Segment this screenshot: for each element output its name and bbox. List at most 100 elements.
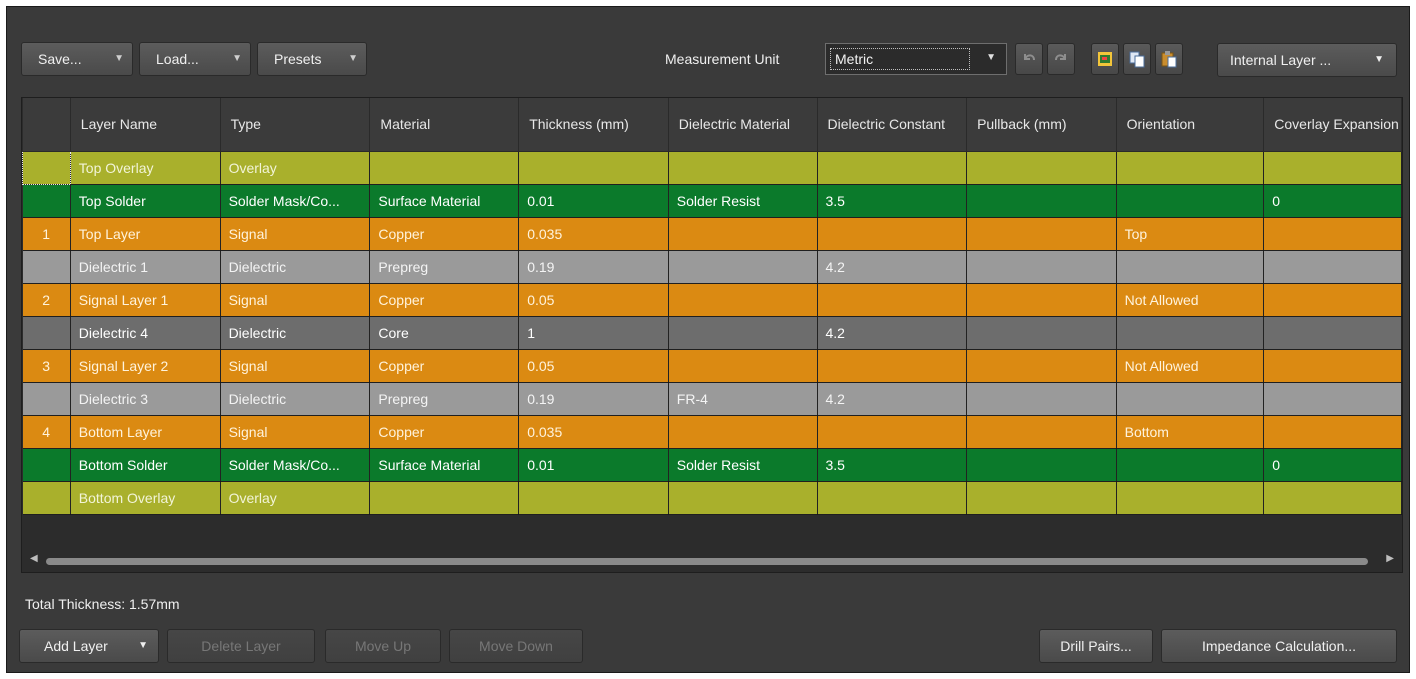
cell-pullback[interactable]	[966, 217, 1117, 251]
undo-button[interactable]	[1015, 43, 1043, 75]
cell-layer-name[interactable]: Bottom Solder	[70, 448, 221, 482]
cell-pullback[interactable]	[966, 316, 1117, 350]
cell-row-number[interactable]	[22, 316, 71, 350]
cell-type[interactable]: Signal	[220, 217, 371, 251]
cell-material[interactable]: Copper	[369, 283, 520, 317]
cell-pullback[interactable]	[966, 283, 1117, 317]
cell-pullback[interactable]	[966, 151, 1117, 185]
cell-type[interactable]: Dielectric	[220, 382, 371, 416]
scroll-right-icon[interactable]: ▶	[1386, 553, 1394, 564]
horizontal-scrollbar[interactable]: ◀ ▶	[22, 550, 1402, 572]
table-row[interactable]: Dielectric 1 Dielectric Prepreg 0.19 4.2	[22, 250, 1402, 284]
cell-layer-name[interactable]: Bottom Layer	[70, 415, 221, 449]
cell-row-number[interactable]: 4	[22, 415, 71, 449]
scrollbar-thumb[interactable]	[46, 558, 1368, 565]
cell-thickness[interactable]: 0.035	[518, 217, 669, 251]
cell-orientation[interactable]	[1116, 382, 1265, 416]
cell-type[interactable]: Signal	[220, 415, 371, 449]
layer-properties-button[interactable]	[1091, 43, 1119, 75]
cell-material[interactable]	[369, 481, 520, 515]
cell-thickness[interactable]: 0.01	[518, 448, 669, 482]
table-row[interactable]: Top Solder Solder Mask/Co... Surface Mater…	[22, 184, 1402, 218]
column-header-row-number[interactable]	[22, 98, 71, 152]
cell-coverlay-expansion[interactable]	[1263, 349, 1402, 383]
cell-layer-name[interactable]: Top Layer	[70, 217, 221, 251]
cell-thickness[interactable]: 0.05	[518, 349, 669, 383]
column-header-dielectric-material[interactable]: Dielectric Material	[668, 98, 818, 152]
column-header-orientation[interactable]: Orientation	[1116, 98, 1265, 152]
cell-thickness[interactable]	[518, 151, 669, 185]
cell-orientation[interactable]	[1116, 448, 1265, 482]
cell-thickness[interactable]: 1	[518, 316, 669, 350]
cell-pullback[interactable]	[966, 415, 1117, 449]
cell-dielectric-material[interactable]	[668, 415, 818, 449]
cell-orientation[interactable]	[1116, 184, 1265, 218]
cell-type[interactable]: Solder Mask/Co...	[220, 184, 371, 218]
table-row[interactable]: Top Overlay Overlay	[22, 150, 1402, 185]
cell-dielectric-material[interactable]	[668, 481, 818, 515]
cell-coverlay-expansion[interactable]: 0	[1263, 448, 1402, 482]
table-row[interactable]: 3 Signal Layer 2 Signal Copper 0.05 Not Allow…	[22, 349, 1402, 383]
cell-type[interactable]: Dielectric	[220, 316, 371, 350]
cell-material[interactable]: Core	[369, 316, 520, 350]
cell-layer-name[interactable]: Dielectric 1	[70, 250, 221, 284]
cell-dielectric-material[interactable]: FR-4	[668, 382, 818, 416]
cell-coverlay-expansion[interactable]	[1263, 481, 1402, 515]
cell-coverlay-expansion[interactable]	[1263, 250, 1402, 284]
cell-dielectric-material[interactable]: Solder Resist	[668, 448, 818, 482]
cell-type[interactable]: Dielectric	[220, 250, 371, 284]
cell-layer-name[interactable]: Bottom Overlay	[70, 481, 221, 515]
cell-dielectric-constant[interactable]: 4.2	[817, 382, 968, 416]
redo-button[interactable]	[1047, 43, 1075, 75]
cell-dielectric-constant[interactable]: 4.2	[817, 316, 968, 350]
cell-thickness[interactable]: 0.035	[518, 415, 669, 449]
cell-dielectric-material[interactable]	[668, 151, 818, 185]
table-row[interactable]: 4 Bottom Layer Signal Copper 0.035 Bottom	[22, 415, 1402, 449]
cell-dielectric-material[interactable]	[668, 250, 818, 284]
cell-material[interactable]: Surface Material	[369, 448, 520, 482]
cell-orientation[interactable]: Bottom	[1116, 415, 1265, 449]
column-header-type[interactable]: Type	[220, 98, 371, 152]
cell-thickness[interactable]: 0.19	[518, 250, 669, 284]
table-row[interactable]: Dielectric 3 Dielectric Prepreg 0.19 FR-4 4.2	[22, 382, 1402, 416]
cell-row-number[interactable]: 2	[22, 283, 71, 317]
table-row[interactable]: Bottom Overlay Overlay	[22, 481, 1402, 515]
move-down-button[interactable]: Move Down	[449, 629, 583, 663]
cell-dielectric-constant[interactable]	[817, 217, 968, 251]
cell-thickness[interactable]: 0.19	[518, 382, 669, 416]
cell-orientation[interactable]	[1116, 250, 1265, 284]
add-layer-button[interactable]: Add Layer ▼	[19, 629, 159, 663]
column-header-thickness[interactable]: Thickness (mm)	[518, 98, 669, 152]
copy-button[interactable]	[1123, 43, 1151, 75]
cell-row-number[interactable]: 3	[22, 349, 71, 383]
scroll-left-icon[interactable]: ◀	[30, 553, 38, 564]
cell-row-number[interactable]	[22, 150, 71, 185]
cell-coverlay-expansion[interactable]	[1263, 217, 1402, 251]
cell-layer-name[interactable]: Signal Layer 1	[70, 283, 221, 317]
measurement-unit-select[interactable]: Metric ▼	[825, 43, 1007, 75]
cell-pullback[interactable]	[966, 481, 1117, 515]
cell-orientation[interactable]	[1116, 151, 1265, 185]
cell-pullback[interactable]	[966, 349, 1117, 383]
delete-layer-button[interactable]: Delete Layer	[167, 629, 315, 663]
impedance-calculation-button[interactable]: Impedance Calculation...	[1161, 629, 1397, 663]
cell-dielectric-material[interactable]	[668, 349, 818, 383]
internal-layer-dropdown[interactable]: Internal Layer ... ▼	[1217, 43, 1397, 77]
cell-layer-name[interactable]: Top Solder	[70, 184, 221, 218]
cell-row-number[interactable]	[22, 448, 71, 482]
cell-type[interactable]: Overlay	[220, 151, 371, 185]
cell-orientation[interactable]: Top	[1116, 217, 1265, 251]
cell-thickness[interactable]: 0.05	[518, 283, 669, 317]
cell-dielectric-material[interactable]	[668, 316, 818, 350]
table-row[interactable]: 2 Signal Layer 1 Signal Copper 0.05 Not Allow…	[22, 283, 1402, 317]
table-row[interactable]: Dielectric 4 Dielectric Core 1 4.2	[22, 316, 1402, 350]
cell-thickness[interactable]: 0.01	[518, 184, 669, 218]
cell-dielectric-constant[interactable]: 4.2	[817, 250, 968, 284]
presets-button[interactable]: Presets ▼	[257, 42, 367, 76]
cell-thickness[interactable]	[518, 481, 669, 515]
cell-coverlay-expansion[interactable]	[1263, 415, 1402, 449]
cell-type[interactable]: Solder Mask/Co...	[220, 448, 371, 482]
cell-coverlay-expansion[interactable]	[1263, 283, 1402, 317]
column-header-layer-name[interactable]: Layer Name	[70, 98, 221, 152]
drill-pairs-button[interactable]: Drill Pairs...	[1039, 629, 1153, 663]
